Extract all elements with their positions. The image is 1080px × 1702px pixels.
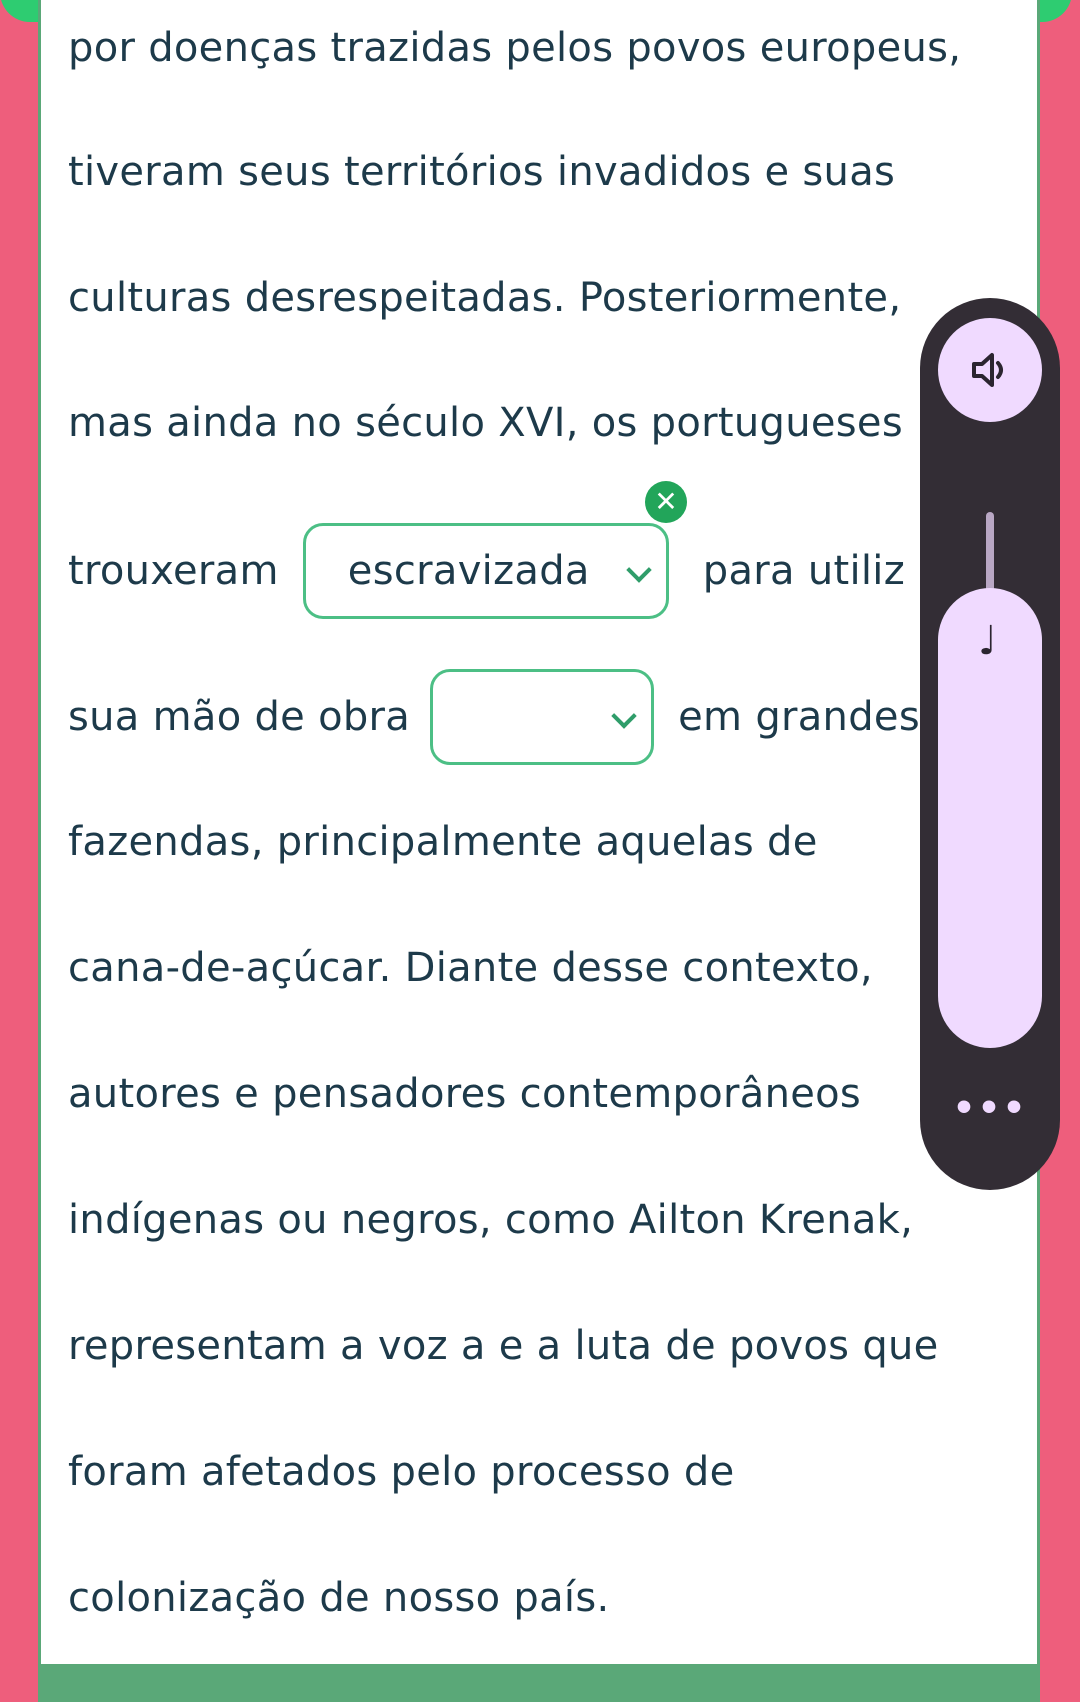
passage-line: cana-de-açúcar. Diante desse contexto, xyxy=(68,938,1058,998)
music-note-icon: ♩ xyxy=(978,618,997,664)
passage-line: foram afetados pelo processo de xyxy=(68,1442,1058,1502)
passage-line: autores e pensadores contemporâneos xyxy=(68,1064,1058,1124)
blank-select-value: escravizada xyxy=(347,548,590,594)
volume-slider[interactable]: ♩ xyxy=(938,588,1042,1048)
speaker-icon xyxy=(972,353,1003,387)
passage-text: cana-de-açúcar. Diante desse contexto, xyxy=(68,945,873,991)
close-icon: ✕ xyxy=(654,485,678,518)
chevron-down-icon xyxy=(611,703,637,729)
blank-select-2[interactable] xyxy=(430,669,655,765)
passage-line: mas ainda no século XVI, os portugueses xyxy=(68,393,1058,453)
passage-line-with-blank: sua mão de obra em grandes xyxy=(68,666,1058,768)
passage-text: tiveram seus territórios invadidos e sua… xyxy=(68,149,896,195)
blank-select-1[interactable]: escravizada xyxy=(302,523,669,619)
passage-text: culturas desrespeitadas. Posteriormente, xyxy=(68,275,902,321)
chevron-down-icon xyxy=(626,557,652,583)
passage-text: sua mão de obra xyxy=(68,694,411,740)
passage-text: para utiliz xyxy=(702,548,905,594)
passage-text: colonização de nosso país. xyxy=(68,1575,610,1621)
passage-text: fazendas, principalmente aquelas de xyxy=(68,819,818,865)
card-footer-strip xyxy=(38,1664,1040,1702)
passage-text: foram afetados pelo processo de xyxy=(68,1449,735,1495)
volume-track[interactable] xyxy=(986,512,994,592)
passage-line: tiveram seus territórios invadidos e sua… xyxy=(68,142,1058,202)
passage-text: mas ainda no século XVI, os portugueses xyxy=(68,400,903,446)
passage-text: trouxeram xyxy=(68,548,279,594)
passage-line: por doenças trazidas pelos povos europeu… xyxy=(68,18,1058,78)
passage-line: representam a voz a e a luta de povos qu… xyxy=(68,1316,1058,1376)
passage-text: indígenas ou negros, como Ailton Krenak, xyxy=(68,1197,914,1243)
passage-text: representam a voz a e a luta de povos qu… xyxy=(68,1323,939,1369)
mute-button[interactable] xyxy=(938,318,1042,422)
more-options-button[interactable]: ••• xyxy=(920,1088,1060,1129)
passage-text: em grandes xyxy=(678,694,920,740)
passage-line: indígenas ou negros, como Ailton Krenak, xyxy=(68,1190,1058,1250)
clear-answer-button[interactable]: ✕ xyxy=(645,481,687,523)
passage-line: colonização de nosso país. xyxy=(68,1568,1058,1628)
passage-line: fazendas, principalmente aquelas de xyxy=(68,812,1058,872)
passage-line-with-blank: trouxeram escravizada para utiliz xyxy=(68,520,1058,622)
passage-line: culturas desrespeitadas. Posteriormente, xyxy=(68,268,1058,328)
passage-text: autores e pensadores contemporâneos xyxy=(68,1071,862,1117)
volume-overlay: ♩ ••• xyxy=(920,298,1060,1190)
passage-text: por doenças trazidas pelos povos europeu… xyxy=(68,25,962,71)
